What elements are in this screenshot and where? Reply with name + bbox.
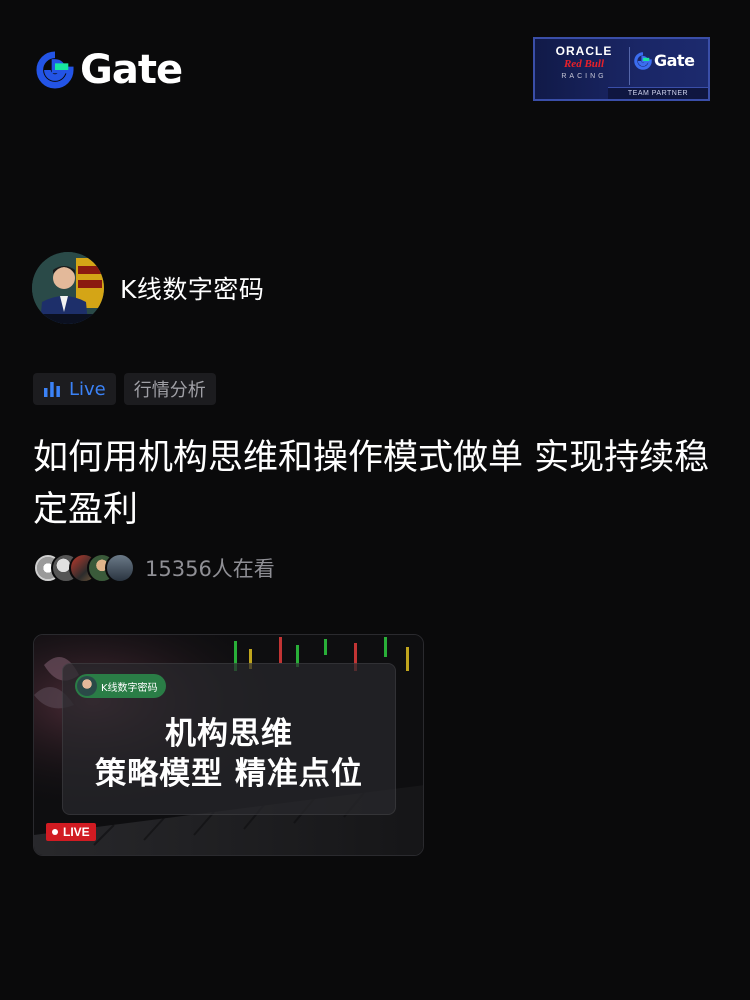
avatar-image	[32, 252, 104, 324]
team-partner-text: TEAM PARTNER	[608, 87, 708, 99]
thumbnail-avatar	[77, 676, 97, 696]
thumbnail-streamer-name: K线数字密码	[101, 682, 158, 694]
streamer-profile[interactable]: K线数字密码	[32, 252, 264, 324]
gate-logo-icon	[634, 51, 652, 70]
stream-title: 如何用机构思维和操作模式做单 实现持续稳定盈利	[33, 438, 710, 530]
thumbnail-headline: 机构思维	[165, 716, 293, 752]
stream-thumbnail[interactable]: K线数字密码 机构思维 策略模型 精准点位 LIVE	[33, 634, 424, 856]
live-dot-icon	[52, 829, 58, 835]
oracle-text: ORACLE	[555, 44, 613, 58]
oracle-redbull-racing-logo: ORACLE Red Bull RACING	[543, 45, 625, 82]
gate-logo[interactable]: Gate	[36, 47, 183, 93]
viewer-info: 15356人在看	[33, 553, 275, 583]
badge-divider	[629, 47, 630, 85]
gate-logo-icon	[36, 51, 74, 89]
streamer-name[interactable]: K线数字密码	[120, 270, 264, 306]
streamer-avatar[interactable]	[32, 252, 104, 324]
viewer-count: 15356人在看	[145, 557, 275, 581]
badge-gate-logo: Gate	[634, 51, 695, 70]
redbull-text: Red Bull	[563, 58, 605, 70]
live-tag: Live	[33, 373, 116, 405]
thumbnail-streamer-chip: K线数字密码	[75, 674, 166, 698]
badge-gate-text: Gate	[654, 51, 695, 70]
gate-logo-text: Gate	[80, 47, 183, 93]
tag-row: Live 行情分析	[33, 373, 216, 405]
live-badge-label: LIVE	[63, 825, 90, 839]
bar-chart-icon	[44, 382, 60, 397]
thumbnail-card: K线数字密码 机构思维 策略模型 精准点位	[62, 663, 396, 815]
page: Gate ORACLE Red Bull RACING Gate TEAM PA…	[0, 0, 750, 1000]
category-tag[interactable]: 行情分析	[123, 373, 216, 405]
viewer-avatar	[105, 553, 135, 583]
thumbnail-subheadline: 策略模型 精准点位	[95, 756, 363, 792]
team-partner-badge: ORACLE Red Bull RACING Gate TEAM PARTNER	[533, 37, 710, 101]
racing-text: RACING	[561, 73, 607, 80]
viewer-avatars	[33, 553, 135, 583]
category-tag-label: 行情分析	[133, 380, 206, 401]
live-tag-label: Live	[69, 378, 106, 400]
live-badge: LIVE	[46, 823, 96, 841]
